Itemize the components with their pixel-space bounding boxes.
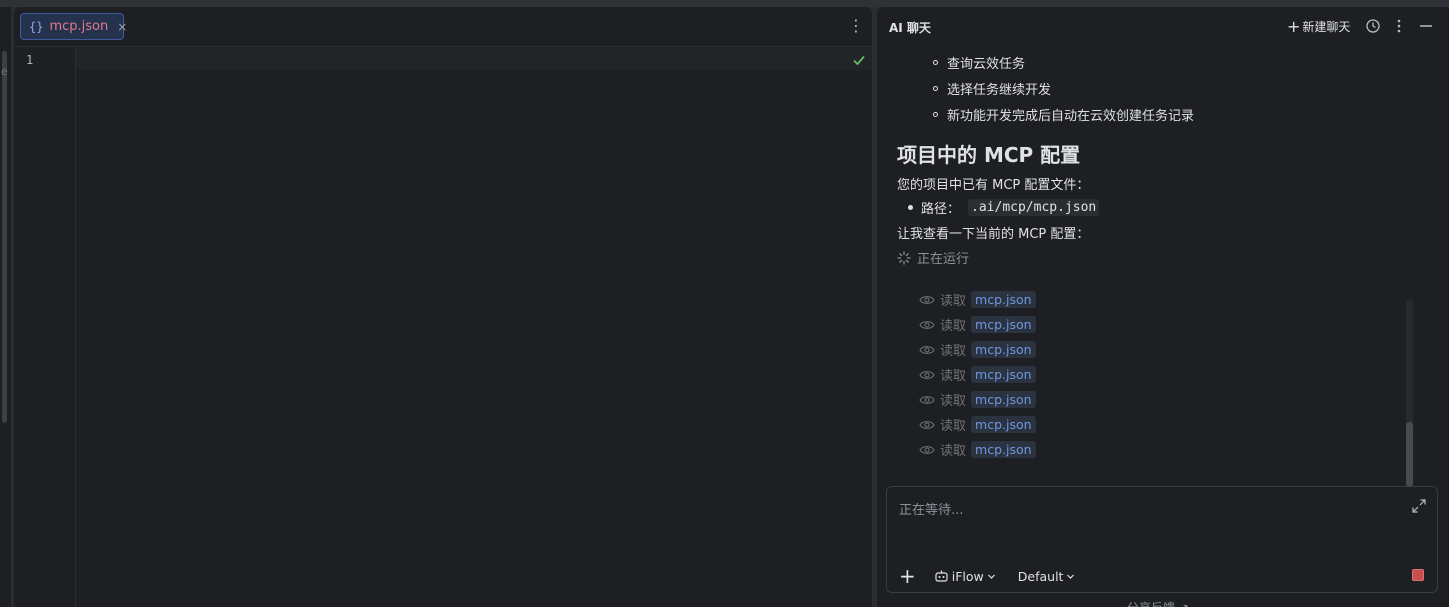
chat-scrollbar[interactable] xyxy=(1406,422,1413,487)
eye-icon xyxy=(919,345,935,354)
chat-input-placeholder: 正在等待... xyxy=(899,503,964,518)
read-label: 读取 xyxy=(940,419,967,434)
list-bullet xyxy=(933,60,938,65)
check-icon xyxy=(853,55,865,66)
read-file-item: 读取 mcp.json xyxy=(919,315,1036,334)
read-label: 读取 xyxy=(940,319,967,334)
path-code: .ai/mcp/mcp.json xyxy=(968,199,1100,216)
input-toolbar: + iFlow Default xyxy=(899,566,1076,586)
minimize-icon[interactable] xyxy=(1418,18,1434,34)
eye-icon xyxy=(919,295,935,304)
read-label: 读取 xyxy=(940,394,967,409)
robot-icon xyxy=(935,570,948,582)
feedback-link[interactable]: 分享反馈 ↗ xyxy=(1127,599,1189,607)
plus-icon: + xyxy=(1287,16,1301,36)
file-link[interactable]: mcp.json xyxy=(971,366,1036,383)
chat-messages: 查询云效任务 选择任务继续开发 新功能开发完成后自动在云效创建任务记录 项目中的… xyxy=(877,47,1449,487)
list-bullet xyxy=(933,86,938,91)
ai-chat-panel: AI 聊天 + 新建聊天 查询云效任务 选择任务继续开发 新功能开发完成后自动在… xyxy=(877,7,1449,607)
check-text: 让我查看一下当前的 MCP 配置： xyxy=(897,227,1090,242)
file-link[interactable]: mcp.json xyxy=(971,441,1036,458)
more-options-icon[interactable]: ⋮ xyxy=(848,17,864,35)
json-file-icon: {} xyxy=(29,19,44,34)
editor-panel: {} mcp.json × ⋮ 1 xyxy=(14,7,872,607)
read-label: 读取 xyxy=(940,344,967,359)
file-link[interactable]: mcp.json xyxy=(971,341,1036,358)
agent-selector[interactable]: iFlow xyxy=(934,569,996,584)
eye-icon xyxy=(919,370,935,379)
chevron-down-icon xyxy=(1067,574,1075,579)
read-file-item: 读取 mcp.json xyxy=(919,390,1036,409)
line-number: 1 xyxy=(26,53,34,67)
read-file-item: 读取 mcp.json xyxy=(919,365,1036,384)
read-label: 读取 xyxy=(940,369,967,384)
left-panel-clipped-text: je xyxy=(0,65,8,78)
read-file-item: 读取 mcp.json xyxy=(919,415,1036,434)
chevron-down-icon xyxy=(987,574,995,579)
eye-icon xyxy=(919,320,935,329)
list-item-text: 新功能开发完成后自动在云效创建任务记录 xyxy=(947,109,1195,124)
path-list-item: 路径： .ai/mcp/mcp.json xyxy=(908,198,1100,217)
file-link[interactable]: mcp.json xyxy=(971,291,1036,308)
running-status: 正在运行 xyxy=(897,248,969,267)
read-file-item: 读取 mcp.json xyxy=(919,290,1036,309)
new-chat-label: 新建聊天 xyxy=(1302,20,1351,34)
list-item: 新功能开发完成后自动在云效创建任务记录 xyxy=(933,105,1194,124)
list-bullet xyxy=(908,205,913,210)
tab-mcp-json[interactable]: {} mcp.json × xyxy=(20,13,127,40)
left-scrollbar[interactable] xyxy=(2,51,7,423)
stop-button[interactable] xyxy=(1412,569,1424,581)
eye-icon xyxy=(919,445,935,454)
file-link[interactable]: mcp.json xyxy=(971,316,1036,333)
file-link[interactable]: mcp.json xyxy=(971,416,1036,433)
read-label: 读取 xyxy=(940,444,967,459)
left-side-panel-edge: je xyxy=(0,7,11,607)
mode-name: Default xyxy=(1017,568,1064,584)
read-file-item: 读取 mcp.json xyxy=(919,340,1036,359)
new-chat-button[interactable]: + 新建聊天 xyxy=(1287,18,1350,35)
intro-text: 您的项目中已有 MCP 配置文件： xyxy=(897,178,1090,193)
history-icon[interactable] xyxy=(1365,18,1381,34)
spinner-icon xyxy=(897,250,911,265)
read-file-item: 读取 mcp.json xyxy=(919,440,1036,459)
list-item: 选择任务继续开发 xyxy=(933,79,1051,98)
eye-icon xyxy=(919,395,935,404)
code-area[interactable] xyxy=(77,70,872,607)
eye-icon xyxy=(919,420,935,429)
expand-icon[interactable] xyxy=(1411,498,1427,514)
tab-close-icon[interactable]: × xyxy=(117,20,127,34)
path-label: 路径： xyxy=(921,202,961,217)
more-options-icon[interactable] xyxy=(1391,18,1407,34)
add-context-icon[interactable]: + xyxy=(899,566,916,586)
window-top-strip xyxy=(0,0,1449,7)
file-link[interactable]: mcp.json xyxy=(971,391,1036,408)
ai-panel-header: AI 聊天 + 新建聊天 xyxy=(877,7,1449,47)
editor-tab-bar: {} mcp.json × ⋮ xyxy=(14,7,872,47)
read-label: 读取 xyxy=(940,294,967,309)
current-line-highlight xyxy=(76,48,872,70)
mode-selector[interactable]: Default xyxy=(1018,569,1076,584)
list-item-text: 查询云效任务 xyxy=(947,57,1026,72)
agent-name: iFlow xyxy=(951,568,984,584)
section-heading: 项目中的 MCP 配置 xyxy=(897,143,1081,167)
chat-input-box[interactable]: 正在等待... + iFlow Default xyxy=(886,486,1438,593)
tab-filename: mcp.json xyxy=(49,19,109,34)
list-bullet xyxy=(933,112,938,117)
list-item: 查询云效任务 xyxy=(933,53,1025,72)
list-item-text: 选择任务继续开发 xyxy=(947,83,1052,98)
line-number-gutter: 1 xyxy=(14,48,76,607)
ai-panel-title: AI 聊天 xyxy=(889,21,931,35)
running-label: 正在运行 xyxy=(917,252,970,267)
